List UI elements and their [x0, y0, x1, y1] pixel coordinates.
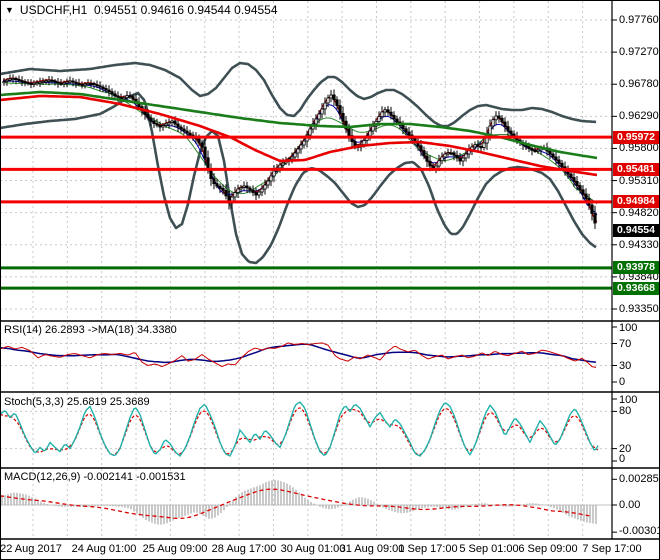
price-axis-label: 0.94330 [619, 238, 659, 251]
macd-axis-label: 0.00 [619, 499, 641, 511]
quote-open: 0.94551 [93, 3, 138, 17]
rsi-axis-label: 70 [619, 337, 632, 350]
price-level-badge: 0.93978 [613, 261, 659, 275]
stoch-axis-label: 100 [619, 394, 638, 406]
stoch-axis-label: 80 [619, 405, 632, 418]
price-axis-label: 0.95800 [619, 142, 659, 155]
symbol-dropdown-icon[interactable]: ▼ [5, 5, 14, 15]
time-axis-label: 24 Aug 01:00 [71, 543, 137, 555]
rsi-axis-label: 30 [619, 359, 632, 372]
time-axis-label: 28 Aug 17:00 [211, 543, 277, 555]
stoch-panel-label: Stoch(5,3,3) 25.6819 25.3689 [4, 396, 150, 408]
time-axis-label: 25 Aug 09:00 [142, 543, 208, 555]
price-axis-label: 0.96780 [619, 78, 659, 91]
rsi-panel-label: RSI(14) 26.2893 ->MA(18) 34.3380 [4, 324, 177, 336]
time-axis-label: 6 Sep 09:00 [518, 543, 578, 555]
time-axis-label: 5 Sep 01:00 [459, 543, 519, 555]
price-axis-label: 0.93350 [619, 303, 659, 315]
price-axis-label: 0.97270 [619, 46, 659, 59]
macd-panel-label: MACD(12,26,9) -0.002141 -0.001531 [4, 471, 186, 483]
stoch-axis-label: 0 [619, 453, 626, 465]
current-price-badge: 0.94554 [613, 223, 659, 237]
time-axis-label: 1 Sep 17:00 [398, 543, 458, 555]
price-level-badge: 0.93668 [613, 281, 659, 295]
quote-close: 0.94554 [234, 3, 278, 17]
symbol-title: ▼ USDCHF,H1 0.94551 0.94616 0.94544 0.945… [5, 3, 278, 17]
rsi-axis-label: 100 [619, 322, 638, 334]
macd-axis-label: -0.003017 [619, 525, 659, 537]
time-axis-label: 7 Sep 17:00 [582, 543, 642, 555]
quote-low: 0.94544 [187, 3, 231, 17]
time-axis-label: 31 Aug 09:00 [339, 543, 405, 555]
symbol-label: USDCHF,H1 [19, 3, 88, 17]
price-axis-label: 0.96290 [619, 110, 659, 123]
rsi-axis-label: 0 [619, 376, 626, 388]
price-axis-label: 0.97760 [619, 14, 659, 26]
quote-high: 0.94616 [140, 3, 185, 17]
price-level-badge: 0.94984 [613, 195, 659, 209]
price-level-badge: 0.95972 [613, 130, 659, 144]
time-axis-label: 30 Aug 01:00 [280, 543, 346, 555]
time-axis-label: 22 Aug 2017 [0, 543, 62, 555]
price-level-badge: 0.95481 [613, 162, 659, 176]
price-axis-label: 0.94820 [619, 206, 659, 219]
chart-window: ▼ USDCHF,H1 0.94551 0.94616 0.94544 0.945… [0, 0, 660, 560]
price-axis-label: 0.95310 [619, 174, 659, 187]
macd-axis-label: 0.002856 [619, 473, 659, 486]
